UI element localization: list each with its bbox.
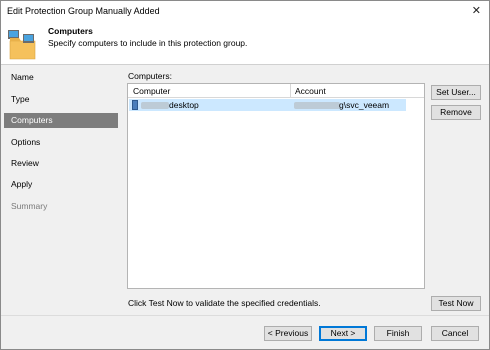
step-name[interactable]: Name (4, 70, 118, 85)
redacted-text (294, 102, 340, 109)
step-summary: Summary (11, 201, 48, 211)
finish-button[interactable]: Finish (374, 326, 422, 341)
dialog-window: Edit Protection Group Manually Added ✕ C… (0, 0, 490, 350)
cell-account: g\svc_veeam (339, 100, 390, 110)
validation-hint: Click Test Now to validate the specified… (128, 298, 321, 308)
step-review[interactable]: Review (4, 156, 118, 171)
column-header-account[interactable]: Account (295, 86, 326, 96)
test-now-button[interactable]: Test Now (431, 296, 481, 311)
table-header: Computer Account (128, 84, 424, 98)
cancel-button[interactable]: Cancel (431, 326, 479, 341)
redacted-text (141, 102, 169, 109)
header-subtitle: Specify computers to include in this pro… (48, 38, 248, 48)
title-bar: Edit Protection Group Manually Added ✕ (1, 1, 489, 22)
computers-label: Computers: (128, 71, 172, 81)
step-type[interactable]: Type (4, 92, 118, 107)
previous-button[interactable]: < Previous (264, 326, 312, 341)
footer-divider (1, 315, 489, 316)
window-title: Edit Protection Group Manually Added (7, 6, 160, 16)
computers-folder-icon (8, 30, 36, 60)
remove-button[interactable]: Remove (431, 105, 481, 120)
column-divider (290, 84, 291, 98)
step-computers[interactable]: Computers (4, 113, 118, 128)
wizard-steps: Name Type Computers Options Review Apply… (1, 65, 121, 315)
set-user-button[interactable]: Set User... (431, 85, 481, 100)
header-title: Computers (48, 26, 93, 36)
column-header-computer[interactable]: Computer (133, 86, 170, 96)
step-options[interactable]: Options (4, 135, 118, 150)
step-apply[interactable]: Apply (4, 177, 118, 192)
close-icon[interactable]: ✕ (472, 4, 481, 17)
wizard-header: Computers Specify computers to include i… (1, 22, 489, 65)
cell-computer: desktop (169, 100, 199, 110)
next-button[interactable]: Next > (319, 326, 367, 341)
table-row[interactable]: desktop g\svc_veeam (129, 99, 406, 111)
computers-table[interactable]: Computer Account desktop g\svc_veeam (127, 83, 425, 289)
computer-icon (132, 100, 138, 110)
